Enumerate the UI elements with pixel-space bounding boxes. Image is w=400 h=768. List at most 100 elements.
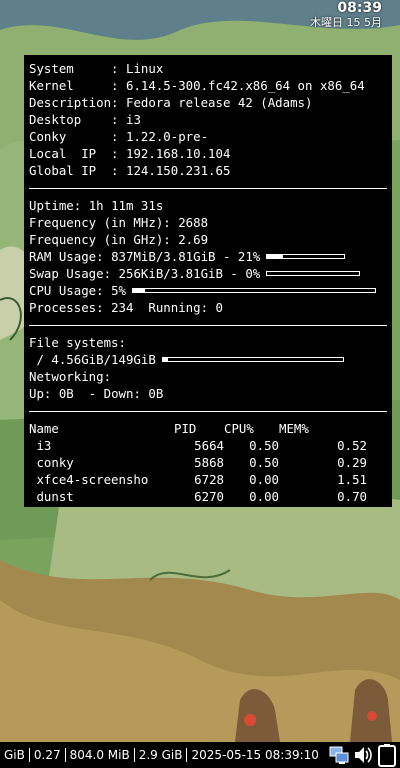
uptime-label: Uptime: bbox=[29, 198, 89, 213]
freq-ghz-value: 2.69 bbox=[178, 232, 209, 247]
status-segment-datetime: 2025-05-15 08:39:10 bbox=[191, 748, 319, 762]
top-clock-date: 木曜日 15 5月 bbox=[310, 16, 382, 29]
info-global-ip: Global IP : 124.150.231.65 bbox=[29, 162, 387, 179]
root-fs-usage-bar bbox=[161, 357, 344, 362]
table-row: xfce4-screensho 6728 0.00 1.51 bbox=[29, 471, 387, 488]
info-value: 6.14.5-300.fc42.x86_64 on x86_64 bbox=[125, 78, 365, 93]
freq-ghz-row: Frequency (in GHz): 2.69 bbox=[29, 231, 387, 248]
down-value: 0B bbox=[148, 386, 164, 401]
swap-value: 256KiB/3.81GiB - 0% bbox=[118, 266, 261, 281]
volume-icon[interactable] bbox=[352, 744, 374, 766]
table-row: conky 5868 0.50 0.29 bbox=[29, 454, 387, 471]
freq-ghz-label: Frequency (in GHz): bbox=[29, 232, 179, 247]
networking-label-row: Networking: bbox=[29, 368, 387, 385]
info-key: Conky : bbox=[29, 129, 126, 144]
process-name: xfce4-screensho bbox=[29, 472, 149, 487]
info-key: System : bbox=[29, 61, 126, 76]
up-label: Up: bbox=[29, 386, 59, 401]
process-table-header: Name PID CPU% MEM% bbox=[29, 420, 387, 437]
ram-usage-bar bbox=[266, 254, 346, 259]
ram-value: 837MiB/3.81GiB - 21% bbox=[111, 249, 261, 264]
swap-label: Swap Usage: bbox=[29, 266, 119, 281]
status-segment-disk: 2.9 GiB bbox=[135, 748, 188, 762]
battery-icon[interactable] bbox=[376, 743, 398, 767]
info-value: Fedora release 42 (Adams) bbox=[125, 95, 313, 110]
table-row: dunst 6270 0.00 0.70 bbox=[29, 488, 387, 505]
process-pid: 6270 bbox=[194, 489, 224, 504]
system-info: System : Linux Kernel : 6.14.5-300.fc42.… bbox=[29, 60, 387, 179]
info-value: 192.168.10.104 bbox=[125, 146, 231, 161]
network-row: Up: 0B - Down: 0B bbox=[29, 385, 387, 402]
info-desktop: Desktop : i3 bbox=[29, 111, 387, 128]
col-pid-header: PID bbox=[174, 421, 197, 436]
root-fs-value: / 4.56GiB/149GiB bbox=[29, 352, 156, 367]
top-clock-time: 08:39 bbox=[337, 0, 382, 16]
info-key: Local IP : bbox=[29, 146, 126, 161]
process-cpu: 0.50 bbox=[249, 455, 279, 470]
freq-mhz-row: Frequency (in MHz): 2688 bbox=[29, 214, 387, 231]
process-pid: 5664 bbox=[194, 438, 224, 453]
swap-row: Swap Usage: 256KiB/3.81GiB - 0% bbox=[29, 265, 387, 282]
status-segment-load: 0.27 bbox=[30, 748, 66, 762]
swap-usage-bar bbox=[266, 271, 361, 276]
process-pid: 5868 bbox=[194, 455, 224, 470]
process-mem: 1.51 bbox=[337, 472, 367, 487]
ram-label: RAM Usage: bbox=[29, 249, 112, 264]
process-pid: 6728 bbox=[194, 472, 224, 487]
conky-panel: System : Linux Kernel : 6.14.5-300.fc42.… bbox=[24, 55, 392, 507]
info-local-ip: Local IP : 192.168.10.104 bbox=[29, 145, 387, 162]
process-cpu: 0.50 bbox=[249, 438, 279, 453]
uptime-value: 1h 11m 31s bbox=[88, 198, 164, 213]
info-key: Description: bbox=[29, 95, 126, 110]
processes-label: Processes: bbox=[29, 300, 112, 315]
info-key: Global IP : bbox=[29, 163, 126, 178]
down-label: - Down: bbox=[73, 386, 149, 401]
process-mem: 0.29 bbox=[337, 455, 367, 470]
status-bar: GiB 0.27 804.0 MiB 2.9 GiB 2025-05-15 08… bbox=[0, 742, 400, 768]
info-value: i3 bbox=[125, 112, 141, 127]
cpu-row: CPU Usage: 5% bbox=[29, 282, 387, 299]
info-value: Linux bbox=[125, 61, 164, 76]
process-table: Name PID CPU% MEM% i3 5664 0.50 0.52 con… bbox=[29, 420, 387, 505]
col-name-header: Name bbox=[29, 421, 59, 436]
networking-label: Networking: bbox=[29, 369, 112, 384]
cpu-value: 5% bbox=[111, 283, 126, 298]
info-key: Desktop : bbox=[29, 112, 126, 127]
info-kernel: Kernel : 6.14.5-300.fc42.x86_64 on x86_6… bbox=[29, 77, 387, 94]
filesystems-label-row: File systems: bbox=[29, 334, 387, 351]
processes-row: Processes: 234 Running: 0 bbox=[29, 299, 387, 316]
divider bbox=[29, 411, 387, 412]
info-value: 1.22.0-pre- bbox=[125, 129, 209, 144]
filesystems-section: File systems: / 4.56GiB/149GiB Networkin… bbox=[29, 334, 387, 402]
system-tray bbox=[328, 742, 400, 768]
running-label: Running: bbox=[133, 300, 216, 315]
info-key: Kernel : bbox=[29, 78, 126, 93]
status-segment-memory-total: GiB bbox=[0, 748, 30, 762]
freq-mhz-value: 2688 bbox=[178, 215, 209, 230]
root-fs-row: / 4.56GiB/149GiB bbox=[29, 351, 387, 368]
uptime-row: Uptime: 1h 11m 31s bbox=[29, 197, 387, 214]
process-name: dunst bbox=[29, 489, 74, 504]
cpu-usage-bar-fill bbox=[132, 289, 146, 292]
info-description: Description: Fedora release 42 (Adams) bbox=[29, 94, 387, 111]
up-value: 0B bbox=[58, 386, 74, 401]
process-cpu: 0.00 bbox=[249, 472, 279, 487]
freq-mhz-label: Frequency (in MHz): bbox=[29, 215, 179, 230]
table-row: i3 5664 0.50 0.52 bbox=[29, 437, 387, 454]
divider bbox=[29, 325, 387, 326]
running-value: 0 bbox=[215, 300, 223, 315]
info-value: 124.150.231.65 bbox=[125, 163, 231, 178]
filesystems-label: File systems: bbox=[29, 335, 126, 350]
process-name: conky bbox=[29, 455, 74, 470]
system-stats: Uptime: 1h 11m 31s Frequency (in MHz): 2… bbox=[29, 197, 387, 316]
divider bbox=[29, 188, 387, 189]
col-mem-header: MEM% bbox=[279, 421, 309, 436]
ram-usage-bar-fill bbox=[267, 255, 284, 258]
top-clock: 08:39 木曜日 15 5月 bbox=[310, 0, 382, 30]
status-segment-memory-used: 804.0 MiB bbox=[66, 748, 135, 762]
info-conky: Conky : 1.22.0-pre- bbox=[29, 128, 387, 145]
ram-row: RAM Usage: 837MiB/3.81GiB - 21% bbox=[29, 248, 387, 265]
cpu-usage-bar bbox=[131, 288, 376, 293]
network-icon[interactable] bbox=[328, 744, 350, 766]
process-mem: 0.52 bbox=[337, 438, 367, 453]
